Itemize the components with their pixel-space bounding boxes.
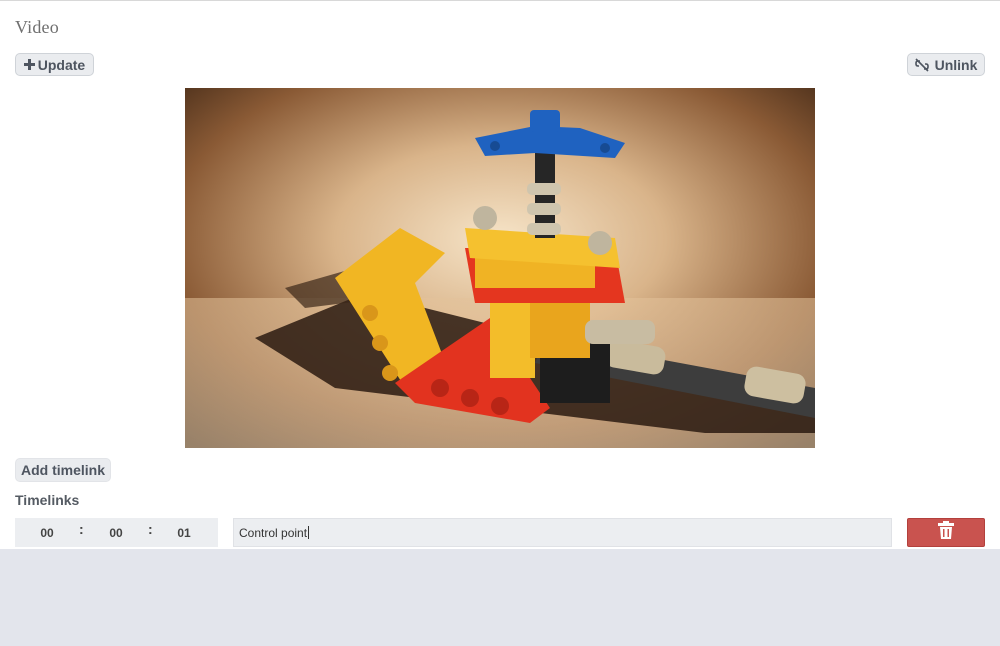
page-background — [0, 549, 1000, 646]
video-frame — [185, 88, 815, 448]
text-caret — [308, 526, 310, 539]
unlink-button-label: Unlink — [934, 56, 978, 73]
delete-timelink-button[interactable] — [907, 518, 985, 547]
unlink-icon — [914, 57, 929, 72]
minutes-field[interactable]: 00 — [96, 518, 136, 547]
trash-icon — [938, 521, 954, 544]
unlink-button[interactable]: Unlink — [907, 53, 985, 76]
hours-field[interactable]: 00 — [27, 518, 67, 547]
update-button-label: Update — [37, 56, 86, 73]
timelink-time-input: 00 : 00 : 01 — [15, 518, 218, 547]
add-timelink-button[interactable]: Add timelink — [15, 458, 111, 482]
seconds-field[interactable]: 01 — [164, 518, 204, 547]
video-panel: Video Update Unlink Add timelink Timelin… — [0, 0, 1000, 549]
timelink-label-value: Control point — [239, 525, 308, 540]
section-title: Video — [15, 17, 59, 37]
time-separator: : — [148, 521, 153, 537]
update-button[interactable]: Update — [15, 53, 94, 76]
video-player[interactable] — [185, 88, 815, 448]
plus-icon — [23, 59, 35, 70]
time-separator: : — [79, 521, 84, 537]
timelink-label-input[interactable]: Control point — [233, 518, 892, 547]
timelinks-heading: Timelinks — [15, 492, 80, 508]
